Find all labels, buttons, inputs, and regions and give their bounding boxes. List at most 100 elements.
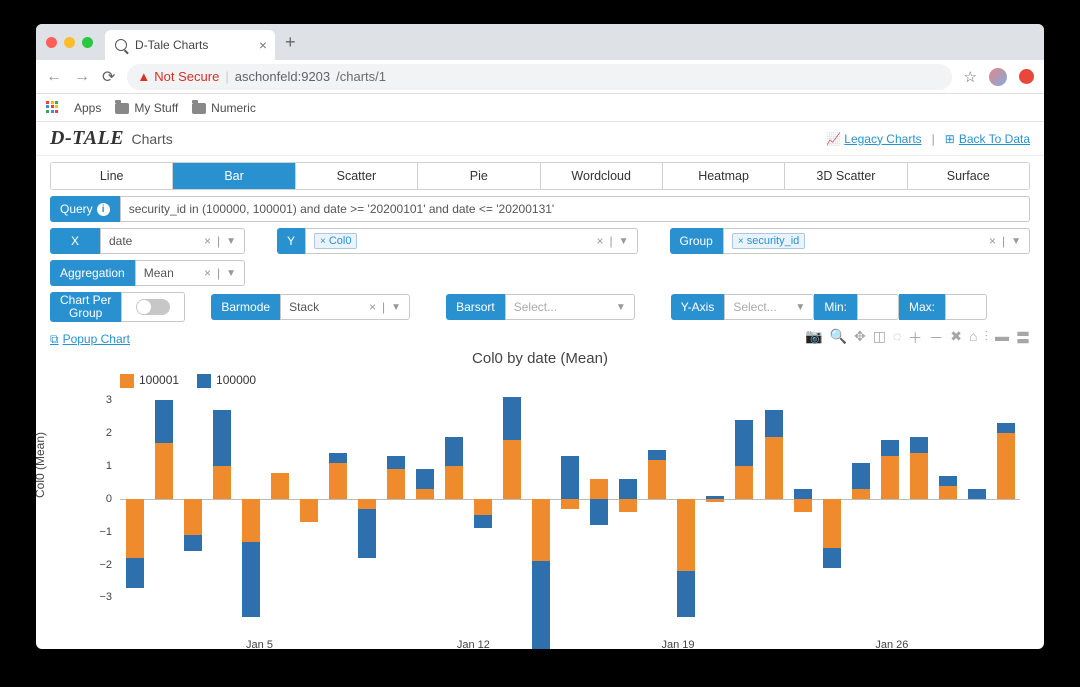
- chart-type-tab-wordcloud[interactable]: Wordcloud: [541, 163, 663, 189]
- bar[interactable]: [590, 394, 608, 614]
- y-tick: −3: [90, 591, 112, 603]
- chart-type-tab-surface[interactable]: Surface: [908, 163, 1029, 189]
- chart-plot[interactable]: Col0 (Mean) 3210−1−2−3: [90, 394, 1020, 639]
- x-select[interactable]: date×|▼: [100, 228, 245, 254]
- bar[interactable]: [126, 394, 144, 614]
- window-minimize-icon[interactable]: [64, 37, 75, 48]
- pan-icon[interactable]: ✥: [854, 328, 866, 348]
- max-input[interactable]: [945, 294, 987, 320]
- bar[interactable]: [416, 394, 434, 614]
- plotly-toolbar: 📷 🔍 ✥ ◫ ◌ ＋ － ✖ ⌂ ⫶ ▬ 〓: [805, 328, 1030, 348]
- profile-avatar[interactable]: [989, 68, 1007, 86]
- barsort-select[interactable]: Select...▼: [505, 294, 635, 320]
- reset-axes-icon[interactable]: ⌂: [969, 328, 977, 348]
- apps-icon[interactable]: [46, 101, 60, 115]
- bar[interactable]: [184, 394, 202, 614]
- bookmark-folder[interactable]: Numeric: [192, 101, 256, 115]
- bar[interactable]: [474, 394, 492, 614]
- chart-per-group-label: Chart PerGroup: [50, 292, 121, 322]
- bar[interactable]: [155, 394, 173, 614]
- barmode-select[interactable]: Stack×|▼: [280, 294, 410, 320]
- bar[interactable]: [242, 394, 260, 614]
- yaxis-label: Y-Axis: [671, 294, 725, 320]
- zoom-out-icon[interactable]: －: [929, 328, 943, 348]
- bar[interactable]: [619, 394, 637, 614]
- chart-type-tab-3d-scatter[interactable]: 3D Scatter: [785, 163, 907, 189]
- lasso-icon[interactable]: ◌: [893, 328, 901, 348]
- extension-icon[interactable]: [1019, 69, 1034, 84]
- autoscale-icon[interactable]: ✖: [950, 328, 962, 348]
- chart-per-group-toggle[interactable]: [121, 292, 185, 322]
- bar[interactable]: [735, 394, 753, 614]
- bookmark-folder[interactable]: My Stuff: [115, 101, 178, 115]
- bar[interactable]: [939, 394, 957, 614]
- window-close-icon[interactable]: [46, 37, 57, 48]
- bar[interactable]: [445, 394, 463, 614]
- bar[interactable]: [997, 394, 1015, 614]
- aggregation-select[interactable]: Mean×|▼: [135, 260, 245, 286]
- min-input[interactable]: [857, 294, 899, 320]
- reload-icon[interactable]: ⟳: [102, 67, 115, 87]
- tab-title: D-Tale Charts: [135, 38, 208, 52]
- bar[interactable]: [706, 394, 724, 614]
- bar[interactable]: [358, 394, 376, 614]
- x-tick: Jan 19: [661, 639, 694, 649]
- bar[interactable]: [329, 394, 347, 614]
- bar[interactable]: [503, 394, 521, 614]
- chart-type-tab-bar[interactable]: Bar: [173, 163, 295, 189]
- bar[interactable]: [910, 394, 928, 614]
- back-to-data-link[interactable]: ⊞ Back To Data: [945, 132, 1030, 146]
- y-tick: 3: [90, 394, 112, 406]
- bar[interactable]: [561, 394, 579, 614]
- bar[interactable]: [532, 394, 550, 614]
- apps-label[interactable]: Apps: [74, 101, 101, 115]
- yaxis-select[interactable]: Select...▼: [724, 294, 814, 320]
- bar[interactable]: [852, 394, 870, 614]
- bar[interactable]: [765, 394, 783, 614]
- y-tick: 0: [90, 493, 112, 505]
- y-select[interactable]: ×Col0×|▼: [305, 228, 638, 254]
- legend-item[interactable]: 100001: [120, 373, 179, 388]
- bar[interactable]: [213, 394, 231, 614]
- bar[interactable]: [271, 394, 289, 614]
- y-axis-label: Col0 (Mean): [36, 432, 47, 498]
- x-tick: Jan 26: [875, 639, 908, 649]
- chart-type-tab-scatter[interactable]: Scatter: [296, 163, 418, 189]
- bar[interactable]: [881, 394, 899, 614]
- bar[interactable]: [823, 394, 841, 614]
- bar[interactable]: [968, 394, 986, 614]
- zoom-icon[interactable]: 🔍: [830, 328, 847, 348]
- bar[interactable]: [300, 394, 318, 614]
- legend-item[interactable]: 100000: [197, 373, 256, 388]
- chart-type-tab-pie[interactable]: Pie: [418, 163, 540, 189]
- legacy-charts-link[interactable]: 📈 Legacy Charts: [826, 132, 922, 146]
- query-input[interactable]: security_id in (100000, 100001) and date…: [120, 196, 1030, 222]
- browser-tab[interactable]: D-Tale Charts ×: [105, 30, 275, 60]
- close-icon[interactable]: ×: [259, 37, 267, 53]
- spike-lines-icon[interactable]: ⫶: [985, 328, 989, 348]
- window-maximize-icon[interactable]: [82, 37, 93, 48]
- back-icon[interactable]: ←: [46, 68, 62, 86]
- bookmark-star-icon[interactable]: ☆: [964, 68, 977, 86]
- bar[interactable]: [648, 394, 666, 614]
- popup-chart-link[interactable]: ⧉ Popup Chart: [50, 332, 130, 347]
- new-tab-button[interactable]: +: [285, 32, 296, 53]
- app-header: D-TALE Charts 📈 Legacy Charts | ⊞ Back T…: [36, 122, 1044, 156]
- bar[interactable]: [677, 394, 695, 614]
- url-path: /charts/1: [336, 69, 386, 84]
- hover-closest-icon[interactable]: ▬: [995, 328, 1009, 348]
- group-select[interactable]: ×security_id×|▼: [723, 228, 1030, 254]
- bar[interactable]: [794, 394, 812, 614]
- browser-urlbar: ← → ⟳ ▲ Not Secure | aschonfeld:9203/cha…: [36, 60, 1044, 94]
- hover-compare-icon[interactable]: 〓: [1016, 328, 1030, 348]
- bar[interactable]: [387, 394, 405, 614]
- chart-type-tab-heatmap[interactable]: Heatmap: [663, 163, 785, 189]
- url-input[interactable]: ▲ Not Secure | aschonfeld:9203/charts/1: [127, 64, 951, 90]
- chart-type-tab-line[interactable]: Line: [51, 163, 173, 189]
- query-label: Queryi: [50, 196, 120, 222]
- y-tick: 1: [90, 460, 112, 472]
- camera-icon[interactable]: 📷: [805, 328, 822, 348]
- info-icon[interactable]: i: [97, 203, 110, 216]
- zoom-in-icon[interactable]: ＋: [908, 328, 922, 348]
- box-select-icon[interactable]: ◫: [873, 328, 886, 348]
